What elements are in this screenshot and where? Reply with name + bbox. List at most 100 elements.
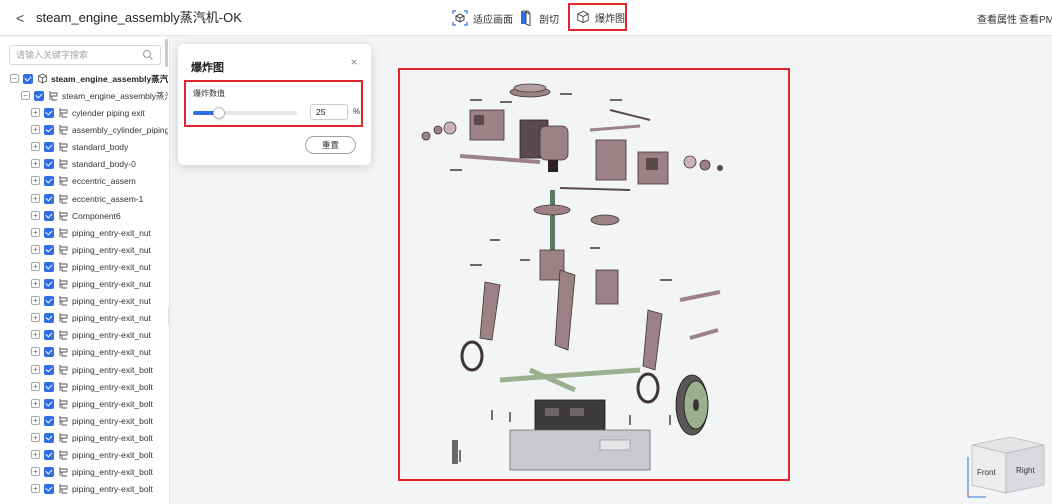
checkbox-checked-icon[interactable] — [44, 483, 54, 494]
expand-icon[interactable]: + — [31, 382, 40, 391]
tree-child-node[interactable]: − steam_engine_assembly蒸汽机 — [0, 87, 168, 104]
expand-icon[interactable]: + — [31, 108, 40, 117]
explode-slider[interactable] — [193, 107, 297, 119]
expand-icon[interactable]: + — [31, 176, 40, 185]
checkbox-checked-icon[interactable] — [44, 398, 54, 409]
expand-icon[interactable]: + — [31, 279, 40, 288]
expand-icon[interactable]: + — [31, 484, 40, 493]
tree-item[interactable]: + piping_entry-exit_nut — [0, 258, 168, 275]
tree-item[interactable]: + piping_entry-exit_bolt — [0, 395, 168, 412]
expand-icon[interactable]: + — [31, 416, 40, 425]
checkbox-checked-icon[interactable] — [44, 261, 54, 272]
tree-scrollbar[interactable] — [165, 39, 168, 67]
explode-view-button[interactable]: 爆炸图 — [568, 3, 627, 31]
expand-icon[interactable]: + — [31, 194, 40, 203]
search-icon[interactable] — [142, 49, 154, 61]
chevron-down-icon[interactable]: ⌄ — [199, 9, 208, 27]
checkbox-checked-icon[interactable] — [44, 364, 54, 375]
tree-item[interactable]: + piping_entry-exit_nut — [0, 241, 168, 258]
expand-icon[interactable]: + — [31, 262, 40, 271]
checkbox-checked-icon[interactable] — [44, 415, 54, 426]
expand-icon[interactable]: + — [31, 467, 40, 476]
view-cube[interactable]: Front Right — [966, 427, 1050, 499]
tree-item[interactable]: + piping_entry-exit_bolt — [0, 463, 168, 480]
checkbox-checked-icon[interactable] — [44, 312, 54, 323]
tree-item[interactable]: + piping_entry-exit_nut — [0, 309, 168, 326]
checkbox-checked-icon[interactable] — [44, 244, 54, 255]
tree-item[interactable]: + piping_entry-exit_bolt — [0, 378, 168, 395]
expand-icon[interactable]: + — [31, 399, 40, 408]
panel-collapse-handle[interactable]: ‹ — [168, 307, 169, 325]
tree-item[interactable]: + assembly_cylinder_piping_e — [0, 121, 168, 138]
expand-icon[interactable]: + — [31, 125, 40, 134]
component-tree-icon — [59, 313, 68, 323]
view-pmi-link[interactable]: 查看PMI — [1019, 11, 1052, 26]
checkbox-checked-icon[interactable] — [44, 124, 54, 135]
expand-icon[interactable]: + — [31, 347, 40, 356]
tree-item[interactable]: + piping_entry-exit_nut — [0, 275, 168, 292]
view-cube-front-label[interactable]: Front — [977, 468, 996, 477]
reset-button[interactable]: 重置 — [305, 136, 356, 154]
expand-icon[interactable]: + — [31, 365, 40, 374]
expand-icon[interactable]: + — [31, 313, 40, 322]
checkbox-checked-icon[interactable] — [44, 381, 54, 392]
expand-icon[interactable]: + — [31, 211, 40, 220]
expand-icon[interactable]: + — [31, 159, 40, 168]
tree-item[interactable]: + piping_entry-exit_bolt — [0, 361, 168, 378]
checkbox-checked-icon[interactable] — [44, 193, 54, 204]
tree-item[interactable]: + cylender piping exit — [0, 104, 168, 121]
tree-item[interactable]: + piping_entry-exit_bolt — [0, 412, 168, 429]
tree-item[interactable]: + standard_body-0 — [0, 155, 168, 172]
view-properties-link[interactable]: 查看属性 — [977, 11, 1017, 26]
checkbox-checked-icon[interactable] — [44, 175, 54, 186]
view-cube-right-label[interactable]: Right — [1016, 466, 1035, 475]
expand-icon[interactable]: + — [31, 228, 40, 237]
expand-icon[interactable]: + — [31, 296, 40, 305]
tree-root-node[interactable]: − steam_engine_assembly蒸汽机 — [0, 70, 168, 87]
back-icon[interactable]: < — [16, 9, 30, 27]
expand-icon[interactable]: + — [31, 433, 40, 442]
exploded-model[interactable] — [400, 70, 788, 479]
checkbox-checked-icon[interactable] — [44, 141, 54, 152]
fit-view-button[interactable]: 适应画面 — [452, 7, 513, 29]
assembly-cube-icon — [38, 73, 47, 84]
expand-icon[interactable]: + — [31, 142, 40, 151]
checkbox-checked-icon[interactable] — [44, 227, 54, 238]
checkbox-checked-icon[interactable] — [44, 466, 54, 477]
expand-icon[interactable]: + — [31, 245, 40, 254]
checkbox-checked-icon[interactable] — [44, 432, 54, 443]
tree-item[interactable]: + piping_entry-exit_nut — [0, 292, 168, 309]
tree-item[interactable]: + eccentric_assem-1 — [0, 190, 168, 207]
collapse-icon[interactable]: − — [10, 74, 19, 83]
explode-value-input[interactable] — [310, 104, 348, 120]
collapse-icon[interactable]: − — [21, 91, 30, 100]
checkbox-checked-icon[interactable] — [44, 107, 54, 118]
expand-icon[interactable]: + — [31, 450, 40, 459]
tree-item[interactable]: + eccentric_assem — [0, 172, 168, 189]
tree-item[interactable]: + piping_entry-exit_nut — [0, 343, 168, 360]
tree-item[interactable]: + Component6 — [0, 207, 168, 224]
tree-item[interactable]: + standard_body — [0, 138, 168, 155]
checkbox-checked-icon[interactable] — [44, 449, 54, 460]
main-cylinder-body — [519, 119, 569, 172]
checkbox-checked-icon[interactable] — [34, 90, 44, 101]
close-icon[interactable]: × — [348, 56, 360, 68]
explode-slider-thumb[interactable] — [213, 107, 225, 119]
tree-item[interactable]: + piping_entry-exit_bolt — [0, 480, 168, 497]
tree-item[interactable]: + piping_entry-exit_bolt — [0, 429, 168, 446]
tree-item[interactable]: + piping_entry-exit_bolt — [0, 446, 168, 463]
checkbox-checked-icon[interactable] — [44, 295, 54, 306]
tree-item[interactable]: + piping_entry-exit_nut — [0, 326, 168, 343]
checkbox-checked-icon[interactable] — [44, 329, 54, 340]
tree-item[interactable]: + piping_entry-exit_nut — [0, 224, 168, 241]
top-toolbar: < steam_engine_assembly蒸汽机-OK ⌄ 适应画面 剖切 — [0, 0, 1052, 36]
checkbox-checked-icon[interactable] — [44, 346, 54, 357]
checkbox-checked-icon[interactable] — [23, 73, 33, 84]
checkbox-checked-icon[interactable] — [44, 278, 54, 289]
checkbox-checked-icon[interactable] — [44, 158, 54, 169]
document-title: steam_engine_assembly蒸汽机-OK — [36, 10, 242, 25]
expand-icon[interactable]: + — [31, 330, 40, 339]
tree-search-input[interactable] — [16, 48, 136, 62]
section-button[interactable]: 剖切 — [518, 7, 559, 29]
checkbox-checked-icon[interactable] — [44, 210, 54, 221]
